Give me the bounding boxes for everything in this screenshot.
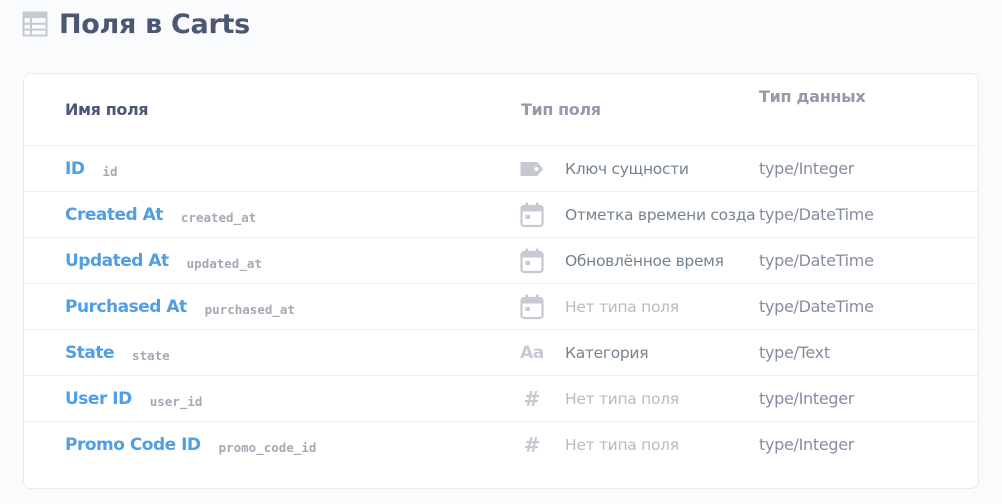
field-type-cell: # Нет типа поля	[519, 422, 759, 467]
field-type-cell: Ключ сущности	[519, 146, 759, 191]
number-hash-icon: #	[523, 386, 541, 411]
table-icon	[22, 11, 48, 37]
data-type-cell: type/Text	[759, 343, 830, 362]
field-type-label: Ключ сущности	[565, 159, 689, 178]
table-row[interactable]: State state Aa Категория type/Text	[24, 329, 978, 376]
field-column-name: user_id	[149, 393, 203, 409]
field-type-cell: Отметка времени созда	[519, 192, 759, 237]
field-name-cell[interactable]: Updated At updated_at	[65, 238, 262, 283]
field-type-cell: Нет типа поля	[519, 284, 759, 329]
field-display-name[interactable]: Created At	[65, 205, 163, 225]
field-type-label: Обновлённое время	[565, 251, 724, 270]
field-column-name: created_at	[180, 209, 257, 225]
field-type-label: Нет типа поля	[565, 435, 679, 454]
field-type-cell: Aa Категория	[519, 330, 759, 375]
field-name-cell[interactable]: ID id	[65, 146, 118, 191]
data-type-cell: type/DateTime	[759, 297, 874, 316]
field-type-label: Нет типа поля	[565, 297, 679, 316]
data-type-cell: type/DateTime	[759, 251, 874, 270]
field-display-name[interactable]: ID	[65, 159, 85, 179]
field-type-label: Нет типа поля	[565, 389, 679, 408]
table-row[interactable]: User ID user_id # Нет типа поля type/Integer	[24, 375, 978, 422]
field-name-cell[interactable]: User ID user_id	[65, 376, 202, 421]
page-header: Поля в Carts	[22, 6, 250, 42]
number-hash-icon: #	[523, 432, 541, 457]
table-row[interactable]: Updated At updated_at Обновлённое время typ…	[24, 237, 978, 284]
data-type-cell: type/Integer	[759, 435, 855, 454]
field-column-name: updated_at	[186, 255, 262, 271]
table-row[interactable]: Purchased At purchased_at Нет типа поля typ…	[24, 283, 978, 330]
column-header-data-type: Тип данных	[759, 87, 866, 106]
table-header: Имя поля Тип поля Тип данных	[24, 74, 978, 145]
calendar-icon	[519, 248, 545, 274]
field-name-cell[interactable]: Promo Code ID promo_code_id	[65, 422, 316, 467]
field-display-name[interactable]: State	[65, 343, 115, 363]
field-type-cell: # Нет типа поля	[519, 376, 759, 421]
table-row[interactable]: Promo Code ID promo_code_id # Нет типа поля…	[24, 421, 978, 468]
page-title: Поля в Carts	[59, 8, 250, 40]
field-column-name: state	[132, 347, 170, 363]
field-display-name[interactable]: Promo Code ID	[65, 435, 201, 455]
calendar-icon	[519, 294, 545, 320]
field-type-label: Категория	[565, 343, 649, 362]
field-type-cell: Обновлённое время	[519, 238, 759, 283]
text-aa-icon: Aa	[520, 342, 544, 363]
field-column-name: promo_code_id	[218, 439, 317, 455]
field-name-cell[interactable]: Purchased At purchased_at	[65, 284, 295, 329]
data-type-cell: type/DateTime	[759, 205, 874, 224]
field-column-name: id	[102, 163, 118, 179]
table-row[interactable]: Created At created_at Отметка времени созд…	[24, 191, 978, 238]
field-display-name[interactable]: User ID	[65, 389, 132, 409]
calendar-icon	[519, 202, 545, 228]
field-display-name[interactable]: Updated At	[65, 251, 169, 271]
field-column-name: purchased_at	[204, 301, 295, 317]
field-display-name[interactable]: Purchased At	[65, 297, 187, 317]
column-header-field-name: Имя поля	[65, 100, 149, 119]
table-row[interactable]: ID id Ключ сущности type/Integer	[24, 145, 978, 192]
field-type-label: Отметка времени созда	[565, 205, 756, 224]
field-name-cell[interactable]: State state	[65, 330, 170, 375]
data-type-cell: type/Integer	[759, 159, 855, 178]
field-name-cell[interactable]: Created At created_at	[65, 192, 256, 237]
column-header-field-type: Тип поля	[521, 100, 601, 119]
fields-table: Имя поля Тип поля Тип данных ID id Ключ су…	[23, 73, 979, 489]
key-tag-icon	[519, 156, 545, 182]
data-type-cell: type/Integer	[759, 389, 855, 408]
